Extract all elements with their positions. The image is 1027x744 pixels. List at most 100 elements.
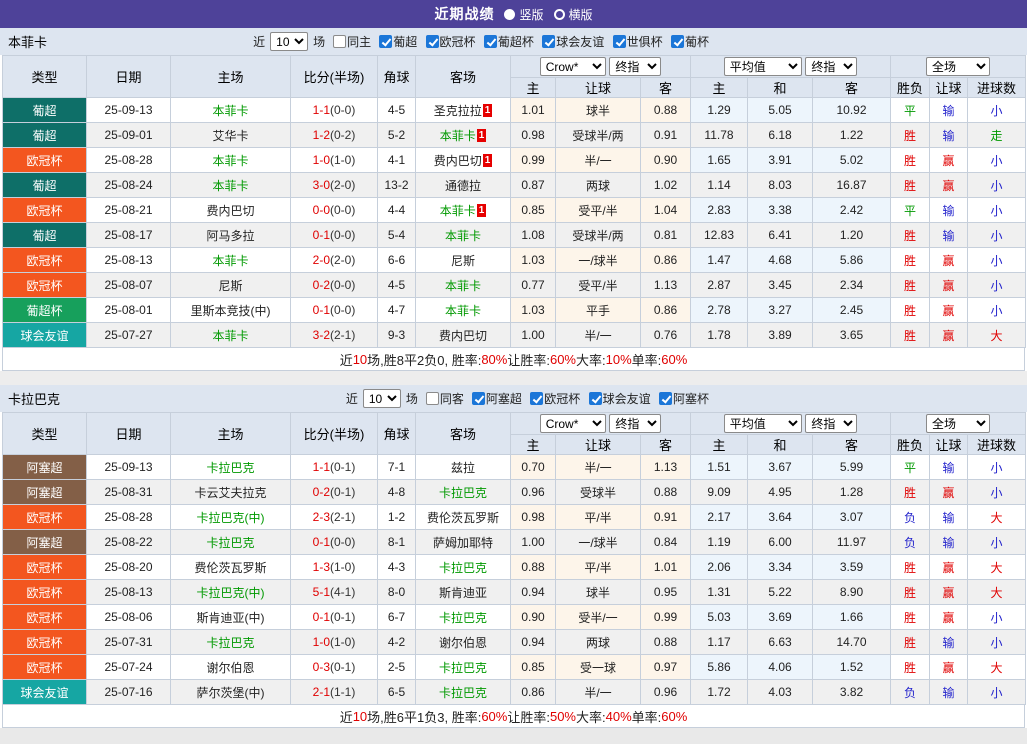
handicap-line: 半/一 bbox=[556, 323, 641, 348]
layout-mode-horizontal[interactable]: 横版 bbox=[554, 6, 593, 23]
checkbox-icon[interactable] bbox=[426, 392, 439, 405]
radio-icon[interactable] bbox=[554, 9, 565, 20]
away-team: 费内巴切 bbox=[416, 323, 511, 348]
home-team: 本菲卡 bbox=[171, 98, 291, 123]
checkbox-icon[interactable] bbox=[530, 392, 543, 405]
handicap-odds-away: 0.90 bbox=[641, 148, 691, 173]
handicap-line: 一/球半 bbox=[556, 530, 641, 555]
result-goals: 走 bbox=[968, 123, 1026, 148]
handicap-line: 半/一 bbox=[556, 455, 641, 480]
checkbox-icon[interactable] bbox=[589, 392, 602, 405]
result-outcome: 负 bbox=[891, 530, 930, 555]
avg-stage-select[interactable]: 终指 bbox=[805, 57, 857, 76]
away-team: 卡拉巴克 bbox=[416, 555, 511, 580]
handicap-odds-away: 1.13 bbox=[641, 455, 691, 480]
handicap-odds-away: 0.99 bbox=[641, 605, 691, 630]
avg-odds-draw: 5.05 bbox=[748, 98, 813, 123]
odds-stage-select[interactable]: 终指 bbox=[609, 57, 661, 76]
bookmaker-select[interactable]: Crow* bbox=[540, 414, 606, 433]
match-date: 25-07-16 bbox=[87, 680, 171, 705]
avg-odds-away: 2.45 bbox=[813, 298, 891, 323]
checkbox-icon[interactable] bbox=[671, 35, 684, 48]
title-bar: 近期战绩 竖版 横版 bbox=[0, 0, 1027, 28]
home-team: 里斯本竞技(中) bbox=[171, 298, 291, 323]
checkbox-icon[interactable] bbox=[484, 35, 497, 48]
league-filter-checkbox[interactable]: 阿塞超 bbox=[472, 390, 522, 407]
avg-odds-draw: 6.63 bbox=[748, 630, 813, 655]
checkbox-icon[interactable] bbox=[613, 35, 626, 48]
result-goals: 小 bbox=[968, 198, 1026, 223]
league-filter-checkbox[interactable]: 球会友谊 bbox=[542, 33, 604, 50]
avg-stage-select[interactable]: 终指 bbox=[805, 414, 857, 433]
league-filter-checkbox[interactable]: 葡超 bbox=[379, 33, 417, 50]
avg-odds-away: 2.34 bbox=[813, 273, 891, 298]
match-row: 葡超 25-08-17 阿马多拉 0-1(0-0) 5-4 本菲卡 1.08 受… bbox=[3, 223, 1026, 248]
away-team: 费伦茨瓦罗斯 bbox=[416, 505, 511, 530]
score: 2-0(2-0) bbox=[291, 248, 378, 273]
result-handicap: 输 bbox=[930, 680, 968, 705]
handicap-odds-home: 0.85 bbox=[511, 198, 556, 223]
result-goals: 小 bbox=[968, 455, 1026, 480]
filters: 近 10 场 同客 阿塞超 欧冠杯 球会友谊 阿塞杯 bbox=[346, 389, 709, 408]
away-team: 卡拉巴克 bbox=[416, 605, 511, 630]
result-handicap: 赢 bbox=[930, 298, 968, 323]
halftime-score: (1-0) bbox=[330, 635, 355, 649]
handicap-line: 受球半/两 bbox=[556, 223, 641, 248]
league-filter-checkbox[interactable]: 葡超杯 bbox=[484, 33, 534, 50]
result-handicap: 赢 bbox=[930, 273, 968, 298]
match-count-select[interactable]: 10 bbox=[270, 32, 308, 51]
away-team: 本菲卡 bbox=[416, 298, 511, 323]
checkbox-icon[interactable] bbox=[472, 392, 485, 405]
summary-segment: 场,胜6平1负3, 胜率: bbox=[367, 707, 481, 726]
summary-segment: 大率: bbox=[576, 350, 606, 369]
red-card-badge: 1 bbox=[483, 104, 493, 117]
fulltime-score: 0-1 bbox=[313, 610, 330, 624]
match-count-select[interactable]: 10 bbox=[363, 389, 401, 408]
league-filter-checkbox[interactable]: 阿塞杯 bbox=[659, 390, 709, 407]
scope-select[interactable]: 全场 bbox=[926, 414, 990, 433]
col-header-avg-draw: 和 bbox=[748, 435, 813, 455]
fulltime-score: 3-0 bbox=[313, 178, 330, 192]
average-select[interactable]: 平均值 bbox=[724, 57, 802, 76]
checkbox-icon[interactable] bbox=[379, 35, 392, 48]
checkbox-icon[interactable] bbox=[659, 392, 672, 405]
handicap-odds-home: 0.98 bbox=[511, 505, 556, 530]
league-filter-checkbox[interactable]: 球会友谊 bbox=[589, 390, 651, 407]
league-filter-label: 葡超 bbox=[393, 33, 417, 50]
scope-select-cell: 全场 bbox=[891, 413, 1026, 435]
scope-select[interactable]: 全场 bbox=[926, 57, 990, 76]
corner-count: 6-6 bbox=[378, 248, 416, 273]
radio-icon[interactable] bbox=[504, 9, 515, 20]
same-venue-checkbox[interactable]: 同主 bbox=[333, 33, 371, 50]
average-select[interactable]: 平均值 bbox=[724, 414, 802, 433]
handicap-odds-away: 1.13 bbox=[641, 273, 691, 298]
odds-stage-select[interactable]: 终指 bbox=[609, 414, 661, 433]
score: 2-1(1-1) bbox=[291, 680, 378, 705]
result-outcome: 平 bbox=[891, 98, 930, 123]
match-date: 25-09-13 bbox=[87, 98, 171, 123]
halftime-score: (2-1) bbox=[330, 510, 355, 524]
league-type-badge: 欧冠杯 bbox=[3, 655, 87, 680]
summary-segment: 60% bbox=[661, 352, 687, 367]
avg-odds-draw: 3.38 bbox=[748, 198, 813, 223]
league-filter-checkbox[interactable]: 欧冠杯 bbox=[530, 390, 580, 407]
checkbox-icon[interactable] bbox=[333, 35, 346, 48]
same-venue-checkbox[interactable]: 同客 bbox=[426, 390, 464, 407]
league-filter-checkbox[interactable]: 葡杯 bbox=[671, 33, 709, 50]
avg-odds-home: 2.83 bbox=[691, 198, 748, 223]
bookmaker-select[interactable]: Crow* bbox=[540, 57, 606, 76]
layout-mode-vertical[interactable]: 竖版 bbox=[504, 6, 543, 23]
handicap-odds-away: 0.95 bbox=[641, 580, 691, 605]
league-filter-checkbox[interactable]: 世俱杯 bbox=[613, 33, 663, 50]
checkbox-icon[interactable] bbox=[542, 35, 555, 48]
league-filter-checkbox[interactable]: 欧冠杯 bbox=[426, 33, 476, 50]
avg-odds-home: 1.14 bbox=[691, 173, 748, 198]
result-outcome: 负 bbox=[891, 505, 930, 530]
fulltime-score: 1-0 bbox=[313, 153, 330, 167]
checkbox-icon[interactable] bbox=[426, 35, 439, 48]
result-outcome: 胜 bbox=[891, 655, 930, 680]
avg-odds-home: 2.78 bbox=[691, 298, 748, 323]
home-team: 本菲卡 bbox=[171, 323, 291, 348]
league-filter-label: 葡杯 bbox=[685, 33, 709, 50]
handicap-line: 平/半 bbox=[556, 555, 641, 580]
